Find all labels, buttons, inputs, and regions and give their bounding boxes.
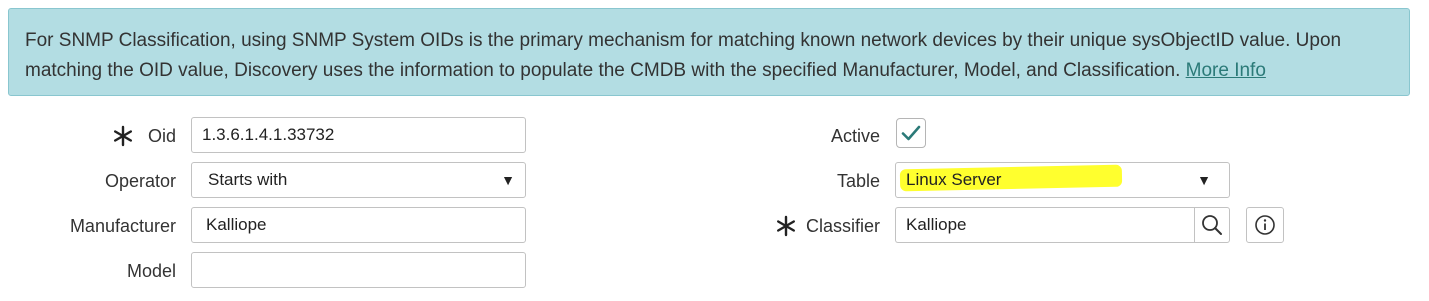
- classifier-label: Classifier: [806, 216, 881, 236]
- table-select[interactable]: Linux Server ▼: [895, 162, 1230, 198]
- active-checkbox[interactable]: [896, 118, 926, 148]
- oid-value: 1.3.6.1.4.1.33732: [202, 125, 335, 144]
- lookup-button[interactable]: [1194, 207, 1230, 243]
- info-banner: For SNMP Classification, using SNMP Syst…: [8, 8, 1410, 96]
- search-icon: [1202, 215, 1222, 235]
- table-selected-value: Linux Server: [906, 170, 1002, 189]
- active-label: Active: [830, 126, 880, 146]
- info-icon: [1255, 215, 1275, 235]
- required-asterisk-icon: [112, 118, 134, 154]
- info-button[interactable]: [1246, 207, 1284, 243]
- operator-selected-value: Starts with: [208, 170, 288, 189]
- model-label: Model: [126, 261, 176, 281]
- banner-text: For SNMP Classification, using SNMP Syst…: [25, 30, 1342, 81]
- classifier-value: Kalliope: [906, 215, 967, 234]
- checkmark-icon: [901, 125, 921, 141]
- operator-select[interactable]: Starts with ▼: [191, 162, 526, 198]
- operator-label: Operator: [104, 171, 176, 191]
- oid-label: Oid: [147, 126, 176, 146]
- manufacturer-label: Manufacturer: [69, 216, 176, 236]
- manufacturer-value: Kalliope: [206, 215, 267, 234]
- oid-input[interactable]: 1.3.6.1.4.1.33732: [191, 117, 526, 153]
- more-info-link[interactable]: More Info: [1186, 60, 1266, 81]
- model-input[interactable]: [191, 252, 526, 288]
- table-label: Table: [836, 171, 880, 191]
- caret-down-icon: ▼: [1197, 172, 1211, 188]
- manufacturer-input[interactable]: Kalliope: [191, 207, 526, 243]
- required-asterisk-icon: [775, 208, 797, 244]
- classifier-input[interactable]: Kalliope: [895, 207, 1195, 243]
- caret-down-icon: ▼: [501, 172, 515, 188]
